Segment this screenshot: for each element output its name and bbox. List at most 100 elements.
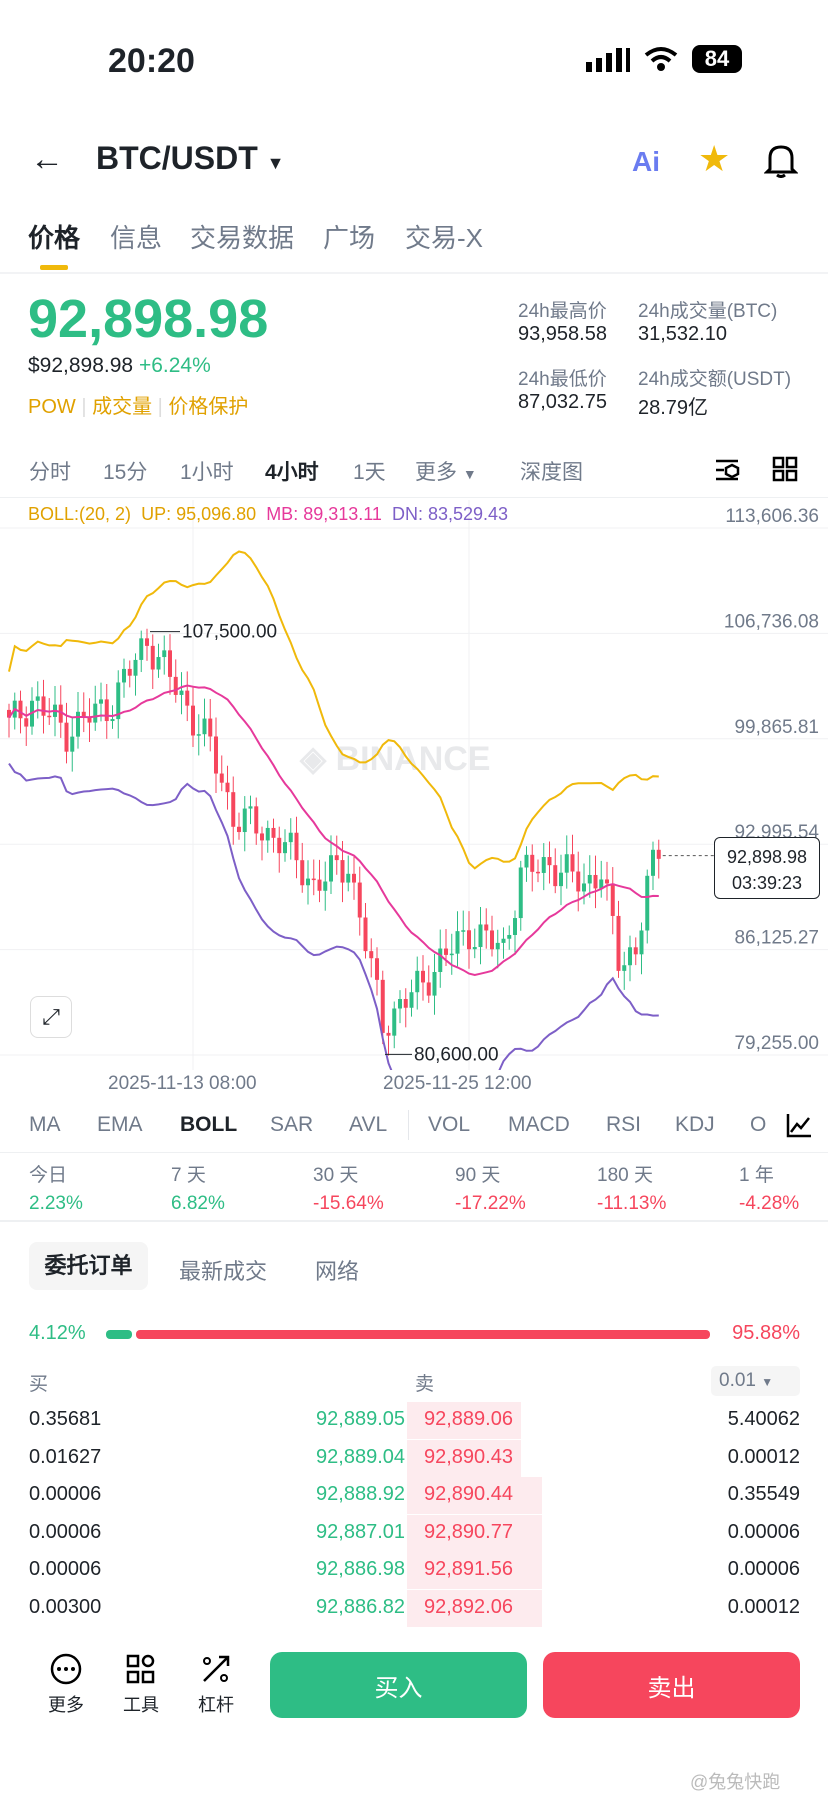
period-label: 30 天	[313, 1165, 359, 1186]
candle-body	[283, 842, 287, 854]
more-label: 更多	[415, 461, 457, 484]
indicator-settings-icon[interactable]	[786, 1112, 812, 1143]
caret-down-icon: ▼	[462, 466, 477, 482]
order-book-row[interactable]: 0.01627 92,889.04 92,890.43 0.00012	[0, 1439, 828, 1477]
candle-body	[559, 872, 563, 887]
candle-body	[306, 878, 310, 886]
pair-selector[interactable]: BTC/USDT ▼	[96, 140, 284, 177]
tab-square[interactable]: 广场	[323, 218, 375, 255]
tab-network[interactable]: 网络	[315, 1254, 359, 1286]
sell-ratio: 95.88%	[732, 1322, 800, 1344]
bid-quantity: 0.01627	[29, 1445, 102, 1468]
usd-price: $92,898.98	[28, 354, 134, 377]
buy-button[interactable]: 买入	[270, 1652, 527, 1718]
order-book-row[interactable]: 0.00006 92,888.92 92,890.44 0.35549	[0, 1477, 828, 1515]
indicator-ema[interactable]: EMA	[97, 1113, 143, 1137]
candle-body	[18, 700, 23, 719]
indicator-obv[interactable]: O	[750, 1113, 766, 1137]
indicator-kdj[interactable]: KDJ	[675, 1113, 715, 1137]
low-marker-label: 80,600.00	[414, 1044, 499, 1065]
tag-price-protection[interactable]: 价格保护	[168, 396, 248, 418]
tab-info[interactable]: 信息	[110, 218, 162, 255]
bid-price: 92,889.04	[316, 1445, 405, 1468]
tab-latest-trades[interactable]: 最新成交	[179, 1254, 267, 1286]
interval-4h[interactable]: 4小时	[265, 456, 319, 486]
favorite-star-icon[interactable]: ★	[698, 138, 730, 180]
leverage-label: 杠杆	[198, 1695, 234, 1715]
vol-btc-value: 31,532.10	[638, 323, 727, 345]
candle-body	[587, 874, 592, 884]
price-axis-label: 79,255.00	[734, 1033, 819, 1054]
precision-value: 0.01	[719, 1370, 756, 1391]
price-axis-label: 99,865.81	[734, 717, 819, 738]
interval-time[interactable]: 分时	[29, 456, 71, 486]
candle-body	[541, 857, 546, 873]
tab-order-book[interactable]: 委托订单	[29, 1242, 148, 1290]
candle-body	[513, 918, 517, 935]
fullscreen-expand-button[interactable]: ⤢	[30, 996, 72, 1038]
tools-label: 工具	[123, 1695, 159, 1715]
precision-select[interactable]: 0.01 ▼	[711, 1366, 800, 1396]
tag-volume[interactable]: 成交量	[92, 396, 152, 418]
candlestick-chart[interactable]: ◈ BINANCE 113,606.36 106,736.08 99,865.81 92…	[0, 500, 828, 1070]
leverage-button[interactable]: 杠杆	[186, 1652, 246, 1717]
candle-body	[133, 659, 138, 676]
interval-15m[interactable]: 15分	[103, 456, 147, 486]
candle-body	[340, 860, 345, 883]
candle-body	[639, 930, 644, 955]
chart-settings-icon[interactable]	[714, 457, 742, 488]
indicator-sar[interactable]: SAR	[270, 1113, 313, 1137]
interval-1h[interactable]: 1小时	[180, 456, 234, 486]
candle-body	[651, 849, 655, 876]
candle-body	[490, 930, 494, 950]
candle-body	[93, 703, 98, 723]
candle-body	[329, 855, 333, 882]
order-book-row[interactable]: 0.00300 92,886.82 92,892.06 0.00012	[0, 1590, 828, 1627]
period-change: -17.22%	[455, 1193, 526, 1214]
candle-body	[254, 806, 259, 834]
sell-button[interactable]: 卖出	[543, 1652, 800, 1718]
ask-price: 92,890.44	[424, 1483, 513, 1506]
indicator-rsi[interactable]: RSI	[606, 1113, 641, 1137]
candle-body	[104, 699, 109, 722]
tab-trade-x[interactable]: 交易-X	[405, 218, 483, 255]
bell-icon[interactable]	[763, 142, 799, 183]
candle-body	[260, 833, 264, 841]
ai-button[interactable]: Ai	[632, 146, 660, 178]
bid-quantity: 0.00006	[29, 1520, 102, 1543]
indicator-ma[interactable]: MA	[29, 1113, 61, 1137]
tab-price[interactable]: 价格	[28, 218, 80, 255]
tab-trading-data[interactable]: 交易数据	[190, 218, 294, 255]
interval-1d[interactable]: 1天	[353, 456, 386, 486]
candle-body	[467, 930, 471, 950]
boll-label: BOLL:(20, 2)	[28, 504, 132, 524]
candle-body	[380, 979, 385, 1033]
ask-quantity: 0.00006	[727, 1558, 800, 1581]
candle-body	[225, 782, 230, 793]
indicator-boll[interactable]: BOLL	[180, 1113, 237, 1137]
more-button[interactable]: 更多	[36, 1652, 96, 1717]
indicator-avl[interactable]: AVL	[349, 1113, 387, 1137]
candle-body	[352, 873, 356, 883]
period-label: 今日	[29, 1165, 68, 1186]
bid-quantity: 0.00300	[29, 1596, 102, 1618]
candle-body	[179, 690, 184, 695]
ask-price: 92,891.56	[424, 1558, 513, 1581]
order-book-row[interactable]: 0.00006 92,886.98 92,891.56 0.00006	[0, 1552, 828, 1590]
indicator-vol[interactable]: VOL	[428, 1113, 470, 1137]
tag-pow[interactable]: POW	[28, 396, 76, 418]
indicator-macd[interactable]: MACD	[508, 1113, 570, 1137]
layout-grid-icon[interactable]	[772, 456, 798, 487]
candle-body	[576, 871, 581, 892]
ask-price: 92,892.06	[424, 1596, 513, 1618]
period-label: 1 年	[739, 1165, 774, 1186]
interval-more[interactable]: 更多 ▼	[415, 456, 477, 486]
back-button[interactable]: ←	[30, 140, 64, 179]
candle-body	[564, 854, 569, 873]
tools-button[interactable]: 工具	[111, 1652, 171, 1717]
candle-body	[645, 875, 650, 931]
candle-body	[346, 873, 351, 883]
order-book-row[interactable]: 0.35681 92,889.05 92,889.06 5.40062	[0, 1402, 828, 1439]
order-book-row[interactable]: 0.00006 92,887.01 92,890.77 0.00006	[0, 1514, 828, 1552]
depth-chart-tab[interactable]: 深度图	[520, 456, 583, 486]
